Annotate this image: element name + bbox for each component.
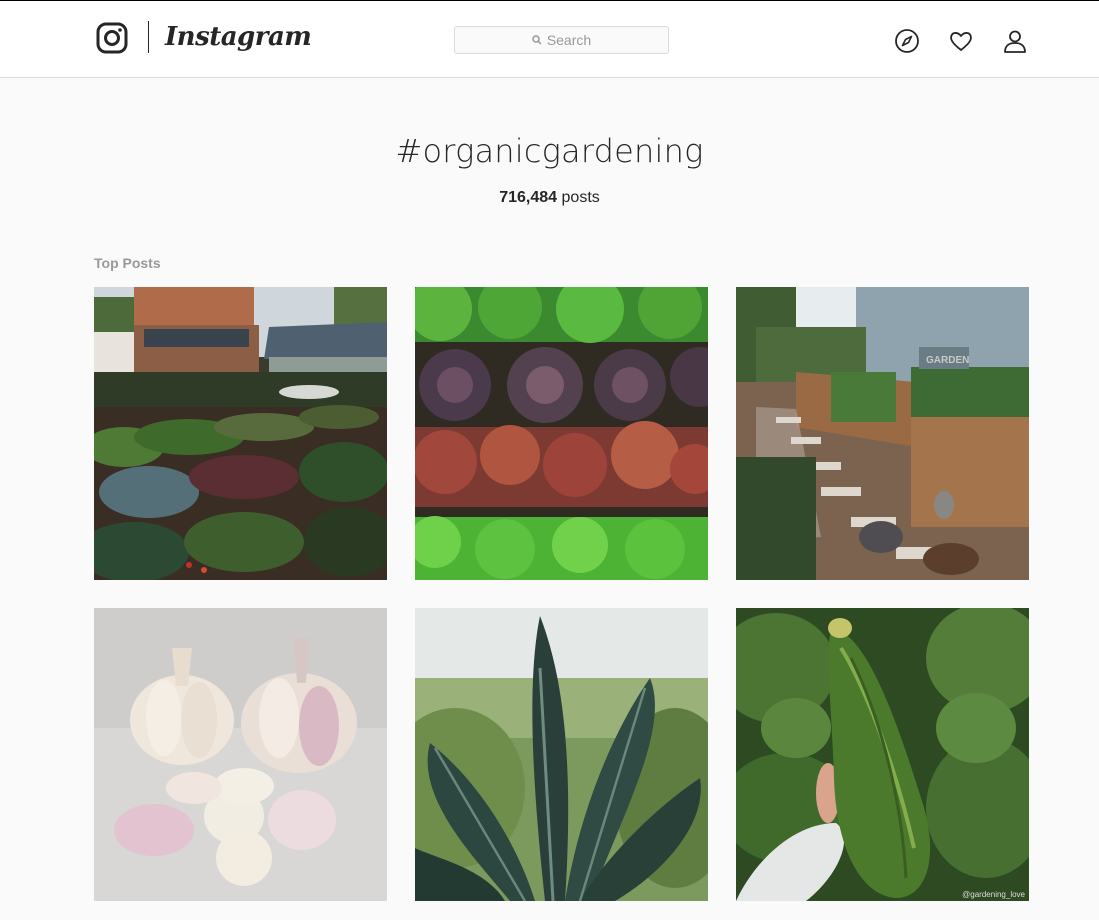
post-thumbnail-3[interactable]: GARDEN <box>736 287 1029 580</box>
instagram-wordmark[interactable]: Instagram <box>165 17 312 57</box>
search-input[interactable]: Search <box>455 27 668 53</box>
instagram-logo-icon[interactable] <box>96 22 128 54</box>
search-placeholder: Search <box>546 32 592 48</box>
garlic-photo <box>94 608 387 901</box>
post-count-number: 716,484 <box>499 189 558 206</box>
post-thumbnail-2[interactable] <box>415 287 708 580</box>
profile-icon[interactable] <box>1002 28 1028 54</box>
top-posts-label: Top Posts <box>94 255 161 271</box>
search-box[interactable]: Search <box>454 26 669 54</box>
post-count-suffix: posts <box>557 189 600 206</box>
garden-sign: GARDEN <box>926 355 969 366</box>
lettuce-photo <box>415 287 708 580</box>
explore-icon[interactable] <box>894 28 920 54</box>
search-icon <box>532 35 542 45</box>
post-count: 716,484 posts <box>0 189 1099 207</box>
post-thumbnail-6[interactable]: @gardening_love <box>736 608 1029 901</box>
post-thumbnail-4[interactable] <box>94 608 387 901</box>
post-thumbnail-5[interactable] <box>415 608 708 901</box>
top-nav-bar: Instagram Search <box>0 1 1099 78</box>
logo-divider <box>148 21 149 53</box>
zucchini-photo <box>736 608 1029 901</box>
kale-photo <box>415 608 708 901</box>
photo-watermark: @gardening_love <box>962 890 1025 899</box>
hashtag-title: #organicgardening <box>395 132 704 170</box>
raised-beds-photo: GARDEN <box>736 287 1029 580</box>
garden-photo <box>94 287 387 580</box>
heart-icon[interactable] <box>948 28 974 54</box>
post-thumbnail-1[interactable] <box>94 287 387 580</box>
